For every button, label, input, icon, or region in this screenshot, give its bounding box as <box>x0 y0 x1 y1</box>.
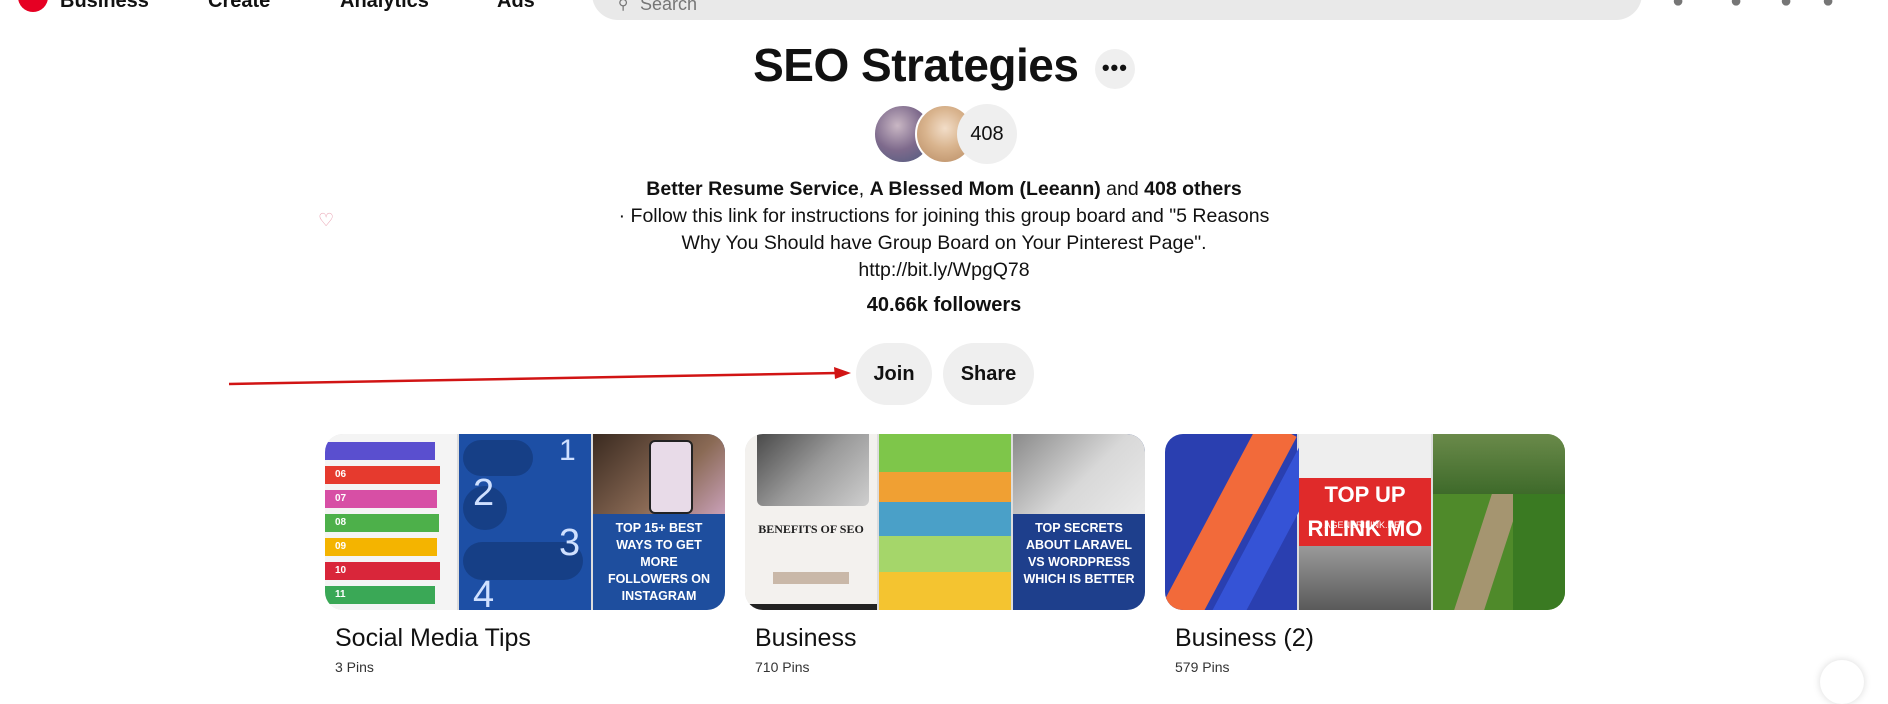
followers-count[interactable]: 40.66k followers <box>0 294 1888 317</box>
cover-image <box>879 434 1011 610</box>
board-header: SEO Strategies ••• <box>0 38 1888 92</box>
top-nav: Business Create Analytics Ads ⚲ Search ●… <box>0 0 1888 22</box>
board-pin-count: 710 Pins <box>755 659 810 675</box>
board-cover[interactable]: 06 07 08 09 10 11 2 3 4 1 TOP 15+ BEST W… <box>325 434 725 610</box>
collaborator-count[interactable]: 408 <box>957 104 1017 164</box>
cover-image: 06 07 08 09 10 11 <box>325 434 457 610</box>
cover-caption: TOP 15+ BEST WAYS TO GET MORE FOLLOWERS … <box>607 521 711 603</box>
cover-image: BENEFITS OF SEO <box>745 434 877 610</box>
search-bar[interactable]: ⚲ Search <box>592 0 1642 20</box>
collaborator-link-1[interactable]: Better Resume Service <box>646 178 858 200</box>
board-title: SEO Strategies <box>753 39 1079 91</box>
help-button[interactable] <box>1820 660 1864 704</box>
separator: , <box>858 178 870 200</box>
cover-image: TOP 15+ BEST WAYS TO GET MORE FOLLOWERS … <box>593 434 725 610</box>
cover-image <box>1165 434 1335 610</box>
pinterest-logo-icon[interactable] <box>18 0 48 12</box>
board-description: Better Resume Service, A Blessed Mom (Le… <box>610 176 1278 284</box>
notifications-icon[interactable]: ● <box>1672 0 1696 14</box>
cover-caption: TOP SECRETS ABOUT LARAVEL VS WORDPRESS W… <box>1023 521 1135 586</box>
cover-image <box>1433 434 1565 610</box>
nav-ads[interactable]: Ads <box>497 0 535 13</box>
board-name[interactable]: Social Media Tips <box>335 624 725 653</box>
board-cover[interactable]: TOP UP RILINK MO AGENBRILINK.NET <box>1165 434 1565 610</box>
join-button[interactable]: Join <box>856 343 932 405</box>
cover-image: TOP SECRETS ABOUT LARAVEL VS WORDPRESS W… <box>1013 434 1145 610</box>
share-button[interactable]: Share <box>943 343 1034 405</box>
board-card-business[interactable]: BENEFITS OF SEO TOP SECRETS ABOUT LARAVE… <box>745 434 1145 675</box>
search-icon: ⚲ <box>618 0 629 12</box>
cover-image: TOP UP RILINK MO AGENBRILINK.NET <box>1299 434 1431 610</box>
account-menu-icon[interactable]: ● <box>1822 0 1846 14</box>
board-pin-count: 3 Pins <box>335 659 374 675</box>
nav-business[interactable]: Business <box>60 0 149 13</box>
nav-analytics[interactable]: Analytics <box>340 0 429 13</box>
others-link[interactable]: 408 others <box>1144 178 1242 200</box>
collaborator-link-2[interactable]: A Blessed Mom (Leeann) <box>870 178 1101 200</box>
search-placeholder: Search <box>640 0 698 14</box>
board-pin-count: 579 Pins <box>1175 659 1230 675</box>
cover-subcaption: AGENBRILINK.NET <box>1324 520 1406 530</box>
cover-image: 2 3 4 1 <box>459 434 591 610</box>
description-text: · Follow this link for instructions for … <box>618 205 1270 281</box>
board-name[interactable]: Business <box>755 624 1145 653</box>
nav-create[interactable]: Create <box>208 0 270 13</box>
profile-icon[interactable]: ● <box>1780 0 1804 14</box>
heart-icon[interactable]: ♡ <box>318 210 334 231</box>
board-name[interactable]: Business (2) <box>1175 624 1565 653</box>
board-cover[interactable]: BENEFITS OF SEO TOP SECRETS ABOUT LARAVE… <box>745 434 1145 610</box>
messages-icon[interactable]: ● <box>1730 0 1754 14</box>
cover-caption: TOP UP RILINK MO <box>1307 482 1423 541</box>
cover-caption: BENEFITS OF SEO <box>758 522 864 536</box>
and-text: and <box>1100 178 1145 200</box>
board-card-social-media-tips[interactable]: 06 07 08 09 10 11 2 3 4 1 TOP 15+ BEST W… <box>325 434 725 675</box>
board-more-button[interactable]: ••• <box>1094 49 1135 89</box>
ellipsis-icon: ••• <box>1101 55 1128 80</box>
board-card-business-2[interactable]: TOP UP RILINK MO AGENBRILINK.NET Busines… <box>1165 434 1565 675</box>
